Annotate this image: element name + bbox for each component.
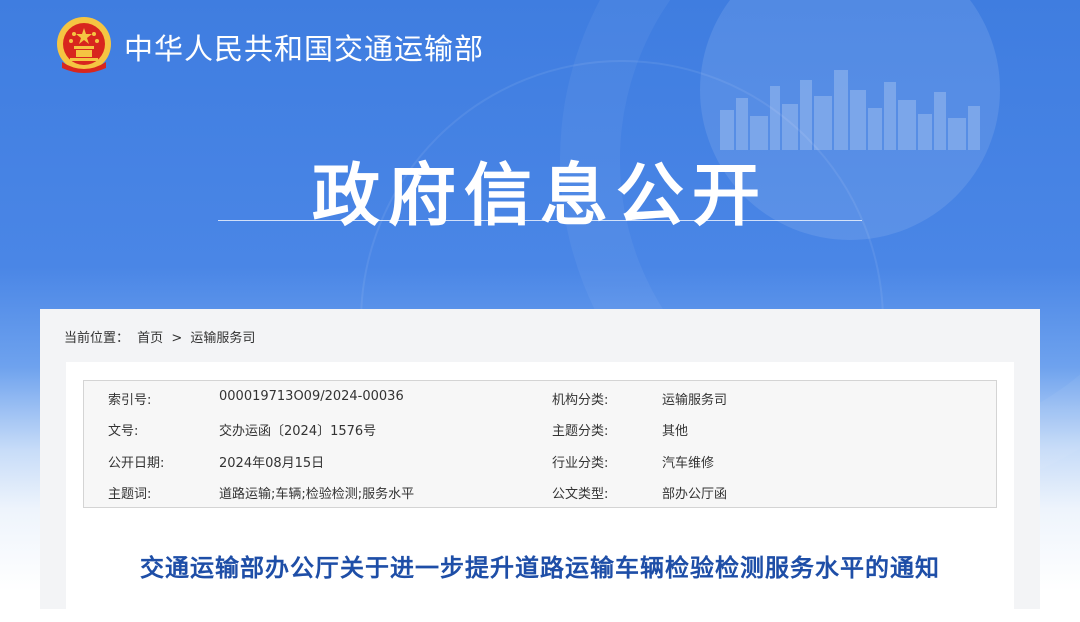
site-title[interactable]: 中华人民共和国交通运输部: [124, 26, 484, 68]
document-title: 交通运输部办公厅关于进一步提升道路运输车辆检验检测服务水平的通知: [140, 554, 940, 582]
metadata-table: 索引号: 000019713O09/2024-00036 机构分类: 运输服务司…: [83, 380, 997, 508]
document-type-label: 公文类型:: [552, 487, 609, 502]
main-content: 当前位置： 首页 > 运输服务司 索引号: 000019713O09/2024-…: [40, 309, 1040, 622]
industry-category-value: 汽车维修: [662, 456, 715, 471]
breadcrumb-home-link[interactable]: 首页: [137, 331, 163, 346]
page-title: 政府信息公开: [311, 157, 768, 236]
keywords-label: 主题词:: [108, 487, 152, 502]
keywords-value: 道路运输;车辆;检验检测;服务水平: [219, 487, 415, 502]
publish-date-value: 2024年08月15日: [219, 456, 325, 471]
national-emblem-icon: [57, 17, 111, 73]
agency-category-value: 运输服务司: [662, 393, 728, 408]
breadcrumb-current-link[interactable]: 运输服务司: [190, 331, 255, 346]
topic-category-label: 主题分类:: [552, 424, 609, 439]
publish-date-label: 公开日期:: [108, 456, 165, 471]
index-number-value: 000019713O09/2024-00036: [219, 389, 404, 404]
industry-category-label: 行业分类:: [552, 456, 609, 471]
metadata-row: 索引号: 000019713O09/2024-00036 机构分类: 运输服务司: [84, 381, 996, 413]
title-divider: [218, 220, 862, 221]
city-skyline-icon: [720, 70, 980, 150]
document-type-value: 部办公厅函: [662, 487, 728, 502]
metadata-row: 主题词: 道路运输;车辆;检验检测;服务水平 公文类型: 部办公厅函: [84, 475, 996, 507]
document-number-label: 文号:: [108, 424, 139, 439]
document-card: 索引号: 000019713O09/2024-00036 机构分类: 运输服务司…: [66, 362, 1014, 622]
document-number-value: 交办运函〔2024〕1576号: [219, 424, 377, 439]
breadcrumb: 当前位置： 首页 > 运输服务司: [64, 327, 259, 346]
breadcrumb-separator: >: [171, 331, 183, 346]
metadata-row: 公开日期: 2024年08月15日 行业分类: 汽车维修: [84, 444, 996, 476]
topic-category-value: 其他: [662, 424, 689, 439]
metadata-row: 文号: 交办运函〔2024〕1576号 主题分类: 其他: [84, 412, 996, 444]
index-number-label: 索引号:: [108, 393, 152, 408]
agency-category-label: 机构分类:: [552, 393, 609, 408]
breadcrumb-label: 当前位置：: [64, 331, 130, 346]
